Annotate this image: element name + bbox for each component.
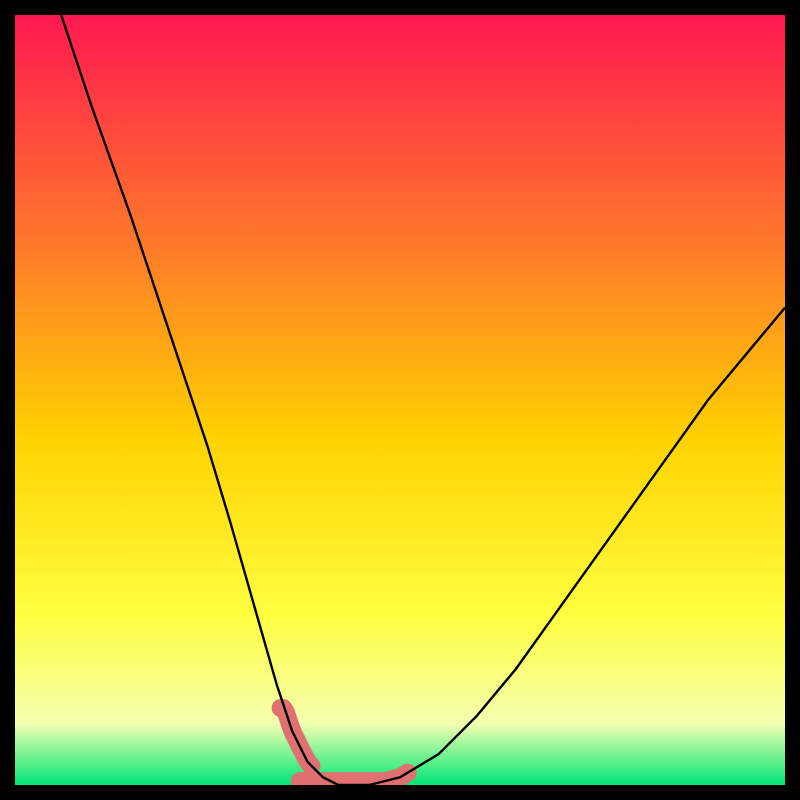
- gradient-background: [15, 15, 785, 785]
- bottleneck-chart: [15, 15, 785, 785]
- chart-frame: TheBottleneck.com: [15, 15, 785, 785]
